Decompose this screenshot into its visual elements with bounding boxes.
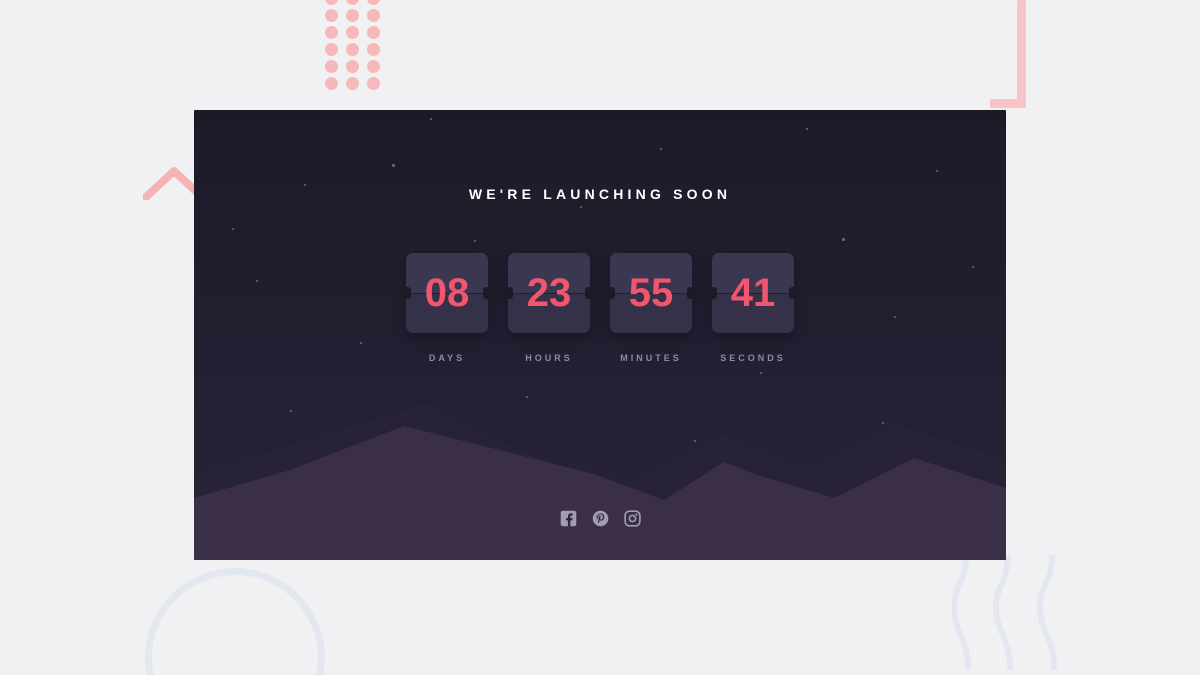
dot [325,43,338,56]
dot [367,26,380,39]
dot [325,9,338,22]
social-links [194,510,1006,527]
facebook-link[interactable] [560,510,577,527]
dot [367,77,380,90]
instagram-link[interactable] [623,510,641,527]
dot-grid-decoration [325,0,388,94]
hinge-right-icon [789,287,798,299]
days-value: 08 [424,271,470,315]
corner-bracket-vertical-icon [1017,0,1026,108]
instagram-icon [623,510,641,527]
page-title: WE'RE LAUNCHING SOON [468,186,732,202]
countdown-unit-hours: 23 HOURS [504,253,594,363]
hinge-left-icon [504,287,513,299]
dot [325,60,338,73]
dot [367,60,380,73]
minutes-label: MINUTES [620,353,682,363]
minutes-value: 55 [628,271,674,315]
seconds-label: SECONDS [720,353,786,363]
mountain-scenery [194,404,1006,560]
hinge-right-icon [585,287,594,299]
days-label: DAYS [428,353,466,363]
countdown-unit-seconds: 41 SECONDS [708,253,798,363]
seconds-value: 41 [730,271,776,315]
flip-card-days: 08 [402,253,492,333]
hinge-left-icon [708,287,717,299]
page-canvas: WE'RE LAUNCHING SOON 08 DAYS 23 HOURS 55… [0,0,1200,675]
dot [325,26,338,39]
dot [325,0,338,5]
pinterest-link[interactable] [592,510,609,527]
dot [346,9,359,22]
pinterest-icon [592,510,608,527]
dot [346,0,359,5]
dot [346,43,359,56]
launch-card: WE'RE LAUNCHING SOON 08 DAYS 23 HOURS 55… [194,110,1006,560]
hours-value: 23 [526,271,572,315]
dot [367,43,380,56]
dot [367,0,380,5]
dot [367,9,380,22]
hinge-right-icon [483,287,492,299]
wavy-lines-decoration [952,555,1057,670]
facebook-icon [560,510,576,527]
hinge-right-icon [687,287,696,299]
hinge-left-icon [606,287,615,299]
dot [346,26,359,39]
flip-card-minutes: 55 [606,253,696,333]
flip-card-seconds: 41 [708,253,798,333]
hours-label: HOURS [525,353,573,363]
corner-bracket-horizontal-icon [990,99,1026,108]
dot [325,77,338,90]
countdown-unit-minutes: 55 MINUTES [606,253,696,363]
countdown-unit-days: 08 DAYS [402,253,492,363]
flip-card-hours: 23 [504,253,594,333]
dot [346,60,359,73]
countdown-timer: 08 DAYS 23 HOURS 55 MINUTES 41 SECONDS [194,253,1006,363]
circle-outline-decoration [145,568,325,675]
hinge-left-icon [402,287,411,299]
dot [346,77,359,90]
